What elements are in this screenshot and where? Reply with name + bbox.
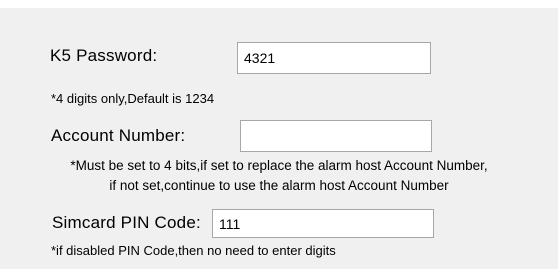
simcard-pin-field[interactable] [212, 209, 434, 238]
account-number-label: Account Number: [51, 126, 186, 145]
top-strip [0, 0, 558, 8]
account-number-field[interactable] [240, 120, 432, 152]
k5-password-hint: *4 digits only,Default is 1234 [51, 91, 215, 106]
account-number-hint-line2: if not set,continue to use the alarm hos… [109, 178, 449, 193]
k5-password-field[interactable] [237, 42, 431, 74]
simcard-pin-label: Simcard PIN Code: [52, 213, 201, 232]
simcard-pin-hint: *if disabled PIN Code,then no need to en… [51, 243, 336, 258]
settings-panel: K5 Password: *4 digits only,Default is 1… [0, 0, 558, 269]
account-number-hint-line1: *Must be set to 4 bits,if set to replace… [70, 158, 488, 173]
k5-password-label: K5 Password: [50, 46, 158, 65]
